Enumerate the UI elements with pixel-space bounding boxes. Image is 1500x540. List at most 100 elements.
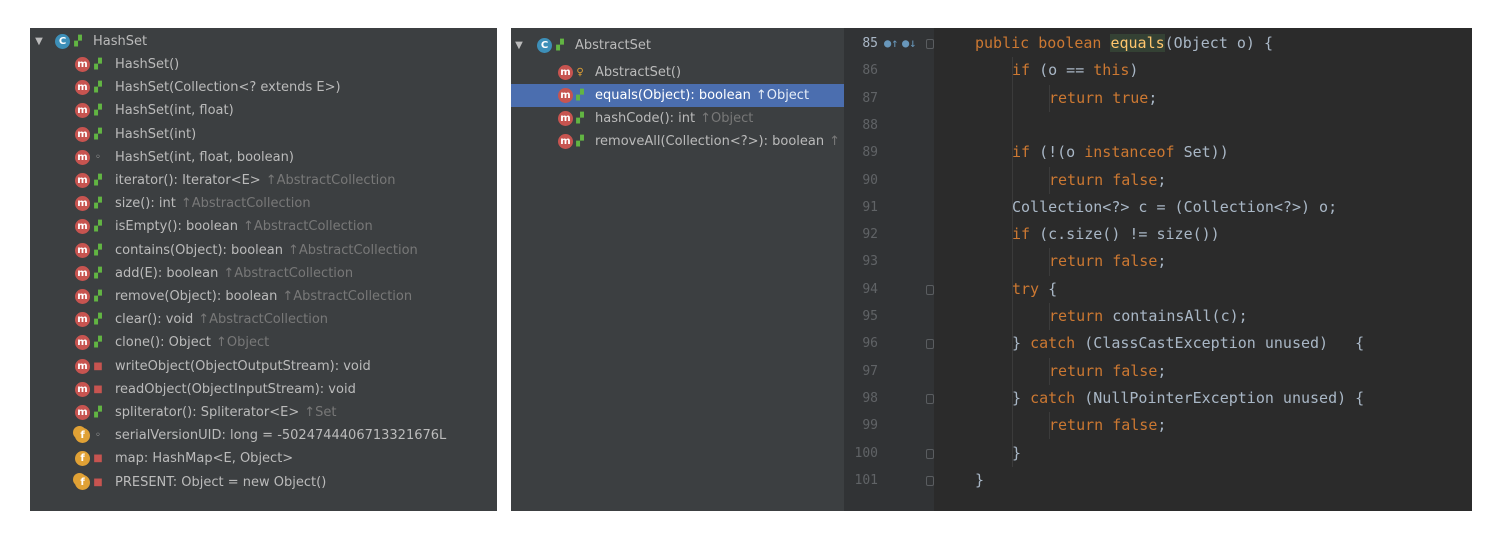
inherited-from-label: ↑Object [755,88,810,103]
tree-root-label: AbstractSet [575,38,651,53]
tree-item[interactable]: m ▞ clear(): void ↑AbstractCollection [30,308,497,331]
tree-item[interactable]: m ▞ add(E): boolean ↑AbstractCollection [30,262,497,285]
public-visibility-icon: ▞ [556,40,564,51]
inherited-from-label: ↑AbstractCollection [180,196,311,212]
fold-marker-icon[interactable] [926,39,934,49]
public-visibility-icon: ▞ [94,314,102,326]
code-line[interactable]: 97 return false; [844,358,1472,385]
method-icon: m [75,312,90,328]
method-icon: m [75,335,90,351]
code-text: return false; [1049,252,1167,271]
tree-item[interactable]: m ▞ HashSet(Collection<? extends E>) [30,76,497,99]
inherited-from-label: ↑AbstractCollection [223,265,354,281]
method-icon: m [558,88,573,103]
tree-item-label: serialVersionUID: long = -50247444067133… [115,428,447,444]
fold-marker-icon[interactable] [926,475,934,486]
package-visibility-icon: ◦ [95,430,101,442]
code-line[interactable]: 90 return false; [844,167,1472,194]
code-text: if (!(o instanceof Set)) [1012,143,1229,162]
indent-guide [1049,84,1050,112]
code-text: return true; [1049,88,1158,107]
field-icon: f [75,428,90,444]
fold-marker-icon[interactable] [926,339,934,350]
code-editor[interactable]: 85 ●↑ ●↓ public boolean equals(Object o) {8… [844,28,1472,511]
code-line[interactable]: 91 Collection<?> c = (Collection<?>) o; [844,194,1472,221]
method-icon: m [75,381,90,397]
tree-item[interactable]: m ▞ HashSet() [30,53,497,76]
public-visibility-icon: ▞ [94,198,102,210]
tree-item[interactable]: f ■ PRESENT: Object = new Object() [30,471,497,494]
overridden-icon[interactable]: ●↓ [902,30,916,57]
method-icon: m [75,57,90,72]
tree-item[interactable]: m ■ writeObject(ObjectOutputStream): void [30,355,497,378]
method-icon: m [75,219,90,235]
tree-item[interactable]: m ♀ AbstractSet() [511,61,844,84]
indent-guide [1012,57,1013,467]
expand-arrow-icon[interactable]: ▼ [34,30,44,53]
code-line[interactable]: 92 if (c.size() != size()) [844,221,1472,248]
tree-item-label: HashSet(int, float) [115,103,234,119]
code-text: } [975,470,985,489]
tree-item[interactable]: m ◦ HashSet(int, float, boolean) [30,146,497,169]
tree-root-abstractset[interactable]: ▼ C ▞ AbstractSet [511,34,844,57]
tree-item[interactable]: m ▞ remove(Object): boolean ↑AbstractCollec… [30,285,497,308]
line-number: 86 [862,63,878,79]
code-line[interactable]: 89 if (!(o instanceof Set)) [844,139,1472,166]
line-number: 98 [862,390,878,406]
code-line[interactable]: 93 return false; [844,248,1472,275]
code-line[interactable]: 98} catch (NullPointerException unused) … [844,385,1472,412]
fold-marker-icon[interactable] [926,284,934,295]
code-line[interactable]: 88 [844,112,1472,139]
code-line[interactable]: 99 return false; [844,412,1472,439]
code-line[interactable]: 96} catch (ClassCastException unused) { [844,330,1472,357]
tree-item-label: HashSet(int, float, boolean) [115,149,294,165]
tree-item-label: map: HashMap<E, Object> [115,451,294,467]
tree-item-label: PRESENT: Object = new Object() [115,474,327,490]
tree-item[interactable]: m ▞ iterator(): Iterator<E> ↑AbstractCollec… [30,169,497,192]
tree-item[interactable]: f ■ map: HashMap<E, Object> [30,447,497,470]
tree-item[interactable]: m ▞ HashSet(int, float) [30,99,497,122]
tree-item[interactable]: m ▞ contains(Object): boolean ↑AbstractColl… [30,239,497,262]
public-visibility-icon: ▞ [94,128,102,140]
tree-item[interactable]: m ▞ HashSet(int) [30,123,497,146]
code-line[interactable]: 87 return true; [844,85,1472,112]
tree-root-label: HashSet [93,34,148,49]
tree-item[interactable]: m ▞ hashCode(): int ↑Object [511,107,844,130]
tree-item[interactable]: m ▞ isEmpty(): boolean ↑AbstractCollection [30,215,497,238]
tree-item[interactable]: m ■ readObject(ObjectInputStream): void [30,378,497,401]
public-visibility-icon: ▞ [94,59,102,70]
fold-marker-icon[interactable] [926,393,934,404]
private-lock-icon: ■ [93,476,103,488]
tree-item[interactable]: m ▞ removeAll(Collection<?>): boolean ↑ [511,130,844,153]
code-line[interactable]: 100} [844,440,1472,467]
code-line[interactable]: 85 ●↑ ●↓ public boolean equals(Object o) { [844,30,1472,57]
code-line[interactable]: 94 try { [844,276,1472,303]
fold-marker-icon[interactable] [926,448,934,459]
tree-item[interactable]: m ▞ spliterator(): Spliterator<E> ↑Set [30,401,497,424]
method-icon: m [75,358,90,374]
tree-root-hashset[interactable]: ▼ C ▞ HashSet [30,30,497,53]
tree-item[interactable]: m ▞ clone(): Object ↑Object [30,331,497,354]
code-line[interactable]: 86 if (o == this) [844,57,1472,84]
indent-guide [1049,412,1050,440]
code-line[interactable]: 95 return containsAll(c); [844,303,1472,330]
method-icon: m [75,242,90,258]
tree-item[interactable]: f ◦ serialVersionUID: long = -502474440671… [30,424,497,447]
protected-key-icon: ♀ [576,67,584,78]
overrides-icon[interactable]: ●↑ [884,30,898,57]
field-icon: f [75,451,90,467]
tree-item[interactable]: m ▞ size(): int ↑AbstractCollection [30,192,497,215]
code-line[interactable]: 101} [844,467,1472,494]
tree-item-label: equals(Object): boolean ↑Object [595,88,810,103]
code-text: return false; [1049,416,1167,435]
method-icon: m [558,111,573,126]
code-text: try { [1012,279,1058,298]
line-number: 100 [854,445,878,461]
line-number: 94 [862,281,878,297]
public-visibility-icon: ▞ [94,82,102,94]
public-visibility-icon: ▞ [94,105,102,117]
tree-item-label: isEmpty(): boolean ↑AbstractCollection [115,219,373,235]
tree-item[interactable]: m ▞ equals(Object): boolean ↑Object [511,84,844,107]
class-icon: C [55,34,70,49]
expand-arrow-icon[interactable]: ▼ [514,34,524,57]
